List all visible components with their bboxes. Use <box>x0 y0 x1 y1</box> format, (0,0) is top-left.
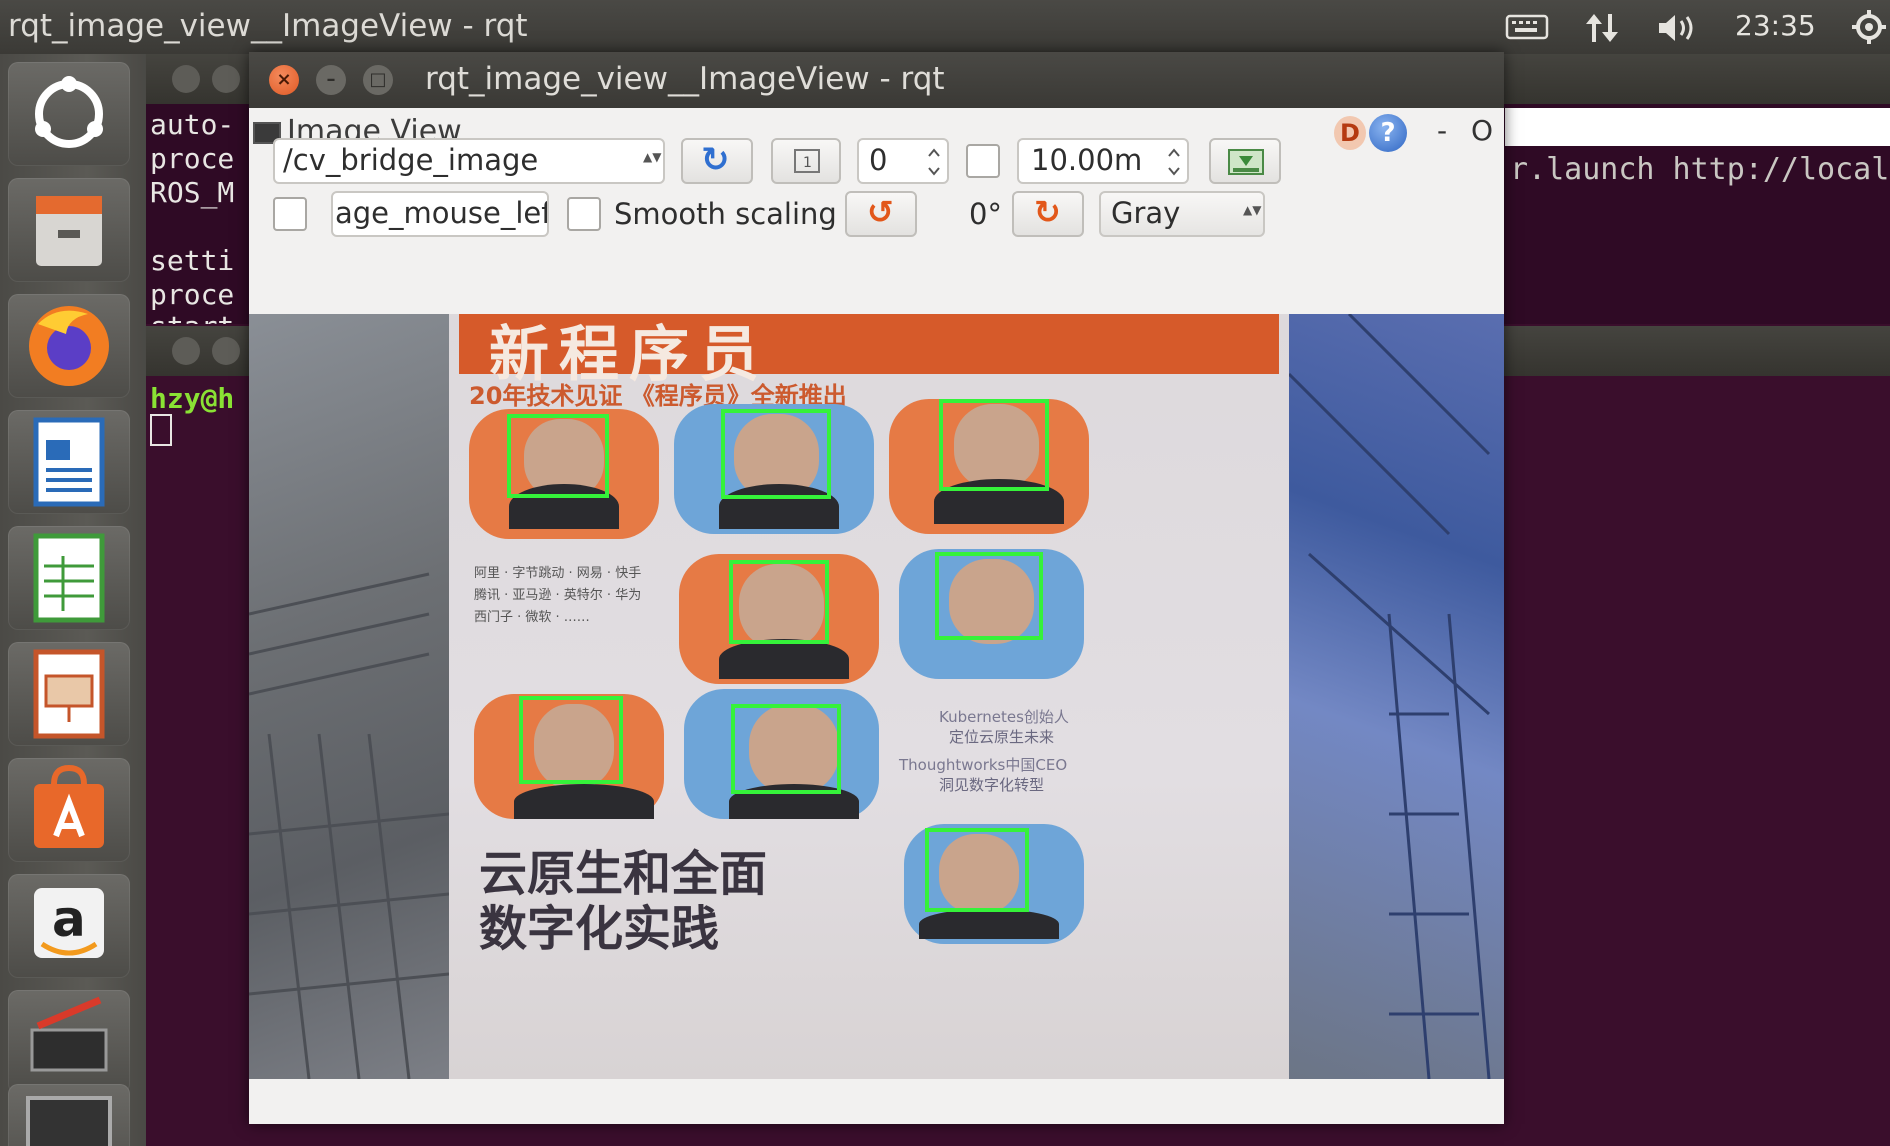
spin-arrows-icon <box>928 148 940 176</box>
network-icon[interactable] <box>1582 10 1622 46</box>
portrait-body <box>919 909 1059 939</box>
distance-spinbox[interactable]: 10.00m <box>1017 138 1189 184</box>
mouse-topic-value: age_mouse_left <box>335 196 549 230</box>
distance-value: 10.00m <box>1031 143 1143 177</box>
minimize-icon: – <box>326 69 336 90</box>
poster-note: 西门子 · 微软 · …… <box>474 610 590 625</box>
terminal-url-text: r.launch http://localho <box>1510 152 1890 187</box>
poster-note: Kubernetes创始人 <box>939 708 1069 726</box>
color-scheme-combobox[interactable]: Gray ▲▼ <box>1099 191 1265 237</box>
writer-icon[interactable] <box>8 410 130 514</box>
firefox-icon[interactable] <box>8 294 130 398</box>
window-close-button[interactable]: × <box>269 65 299 95</box>
terminal-1-close-button[interactable] <box>172 65 200 93</box>
close-icon: × <box>276 69 292 90</box>
plugin-minimize-button[interactable]: - <box>1437 114 1447 147</box>
smooth-scaling-label: Smooth scaling <box>614 197 837 231</box>
terminal-line: proce <box>150 278 235 311</box>
refresh-topics-button[interactable]: ↻ <box>681 138 753 184</box>
rotate-left-icon: ↺ <box>867 193 894 231</box>
poster-note: 腾讯 · 亚马逊 · 英特尔 · 华为 <box>474 588 642 603</box>
image-background-left <box>249 314 450 1079</box>
ubuntu-dash-icon[interactable] <box>8 62 130 166</box>
refresh-icon: ↻ <box>701 140 730 180</box>
terminal-prompt: hzy@h <box>150 382 235 415</box>
dynamic-range-checkbox[interactable] <box>966 144 1000 178</box>
smooth-scaling-checkbox[interactable] <box>567 197 601 231</box>
window-maximize-button[interactable]: □ <box>363 65 393 95</box>
terminal-highlight-bar <box>1505 108 1890 146</box>
clock[interactable]: 23:35 <box>1735 9 1816 42</box>
face-detection-box <box>729 560 829 644</box>
plugin-close-button[interactable]: O <box>1471 114 1493 147</box>
calc-icon[interactable] <box>8 526 130 630</box>
window-minimize-button[interactable]: – <box>316 65 346 95</box>
zoom-spin-value: 0 <box>869 143 888 177</box>
rotate-right-icon: ↻ <box>1034 193 1061 231</box>
files-icon[interactable] <box>8 178 130 282</box>
portrait-body <box>719 639 849 679</box>
terminal-line: proce <box>150 142 235 175</box>
terminal-1-min-button[interactable] <box>212 65 240 93</box>
face-detection-box <box>507 414 609 498</box>
dropdown-arrow-icon: ▲▼ <box>643 150 662 164</box>
rqt-window: × – □ rqt_image_view__ImageView - rqt Im… <box>249 52 1504 1124</box>
zoom-spinbox[interactable]: 0 <box>857 138 949 184</box>
portrait-body <box>514 784 654 819</box>
zoom-1-button[interactable]: 1 <box>771 138 841 184</box>
keyboard-icon[interactable] <box>1505 12 1549 42</box>
rotation-label: 0° <box>969 197 1002 231</box>
help-icon[interactable]: ? <box>1369 114 1407 152</box>
terminal-2-min-button[interactable] <box>212 337 240 365</box>
terminal-line: start <box>150 310 234 324</box>
terminal-line: setti <box>150 244 235 277</box>
svg-text:1: 1 <box>803 155 812 171</box>
terminal-line: ROS_M <box>150 176 235 209</box>
spin-arrows-icon <box>1168 148 1180 176</box>
face-detection-box <box>731 704 841 794</box>
volume-icon[interactable] <box>1655 10 1705 46</box>
face-detection-box <box>519 696 623 784</box>
face-detection-box <box>935 552 1043 640</box>
poster-note: 定位云原生未来 <box>949 728 1055 746</box>
poster-note: 阿里 · 字节跳动 · 网易 · 快手 <box>474 566 642 581</box>
top-panel: rqt_image_view__ImageView - rqt 23:35 <box>0 0 1890 54</box>
software-center-icon[interactable] <box>8 758 130 862</box>
image-background-right <box>1287 314 1504 1079</box>
settings-gear-icon[interactable] <box>1850 8 1888 46</box>
terminal-cursor <box>150 414 172 446</box>
face-detection-box <box>925 828 1029 912</box>
maximize-icon: □ <box>369 69 387 90</box>
rotate-right-button[interactable]: ↻ <box>1012 191 1084 237</box>
status-area <box>249 1079 1504 1124</box>
terminal-line: auto- <box>150 108 235 141</box>
topic-value: /cv_bridge_image <box>283 143 539 177</box>
publish-mouse-checkbox[interactable] <box>273 197 307 231</box>
active-window-title: rqt_image_view__ImageView - rqt <box>8 8 528 44</box>
dropdown-arrow-icon: ▲▼ <box>1243 203 1262 217</box>
save-image-button[interactable] <box>1209 138 1281 184</box>
image-view[interactable]: 新程序员 20年技术见证 《程序员》全新推出 阿里 · 字节跳动 · 网易 · … <box>249 314 1504 1079</box>
face-detection-box <box>721 409 831 499</box>
poster-headline-2: 数字化实践 <box>479 901 720 957</box>
topic-combobox[interactable]: /cv_bridge_image ▲▼ <box>273 138 665 184</box>
color-scheme-value: Gray <box>1111 196 1181 230</box>
window-title: rqt_image_view__ImageView - rqt <box>425 61 945 97</box>
amazon-glyph: a <box>52 890 86 948</box>
amazon-icon[interactable]: a <box>8 874 130 978</box>
launcher: a <box>0 54 146 1146</box>
system-settings-icon[interactable] <box>8 990 130 1094</box>
terminal-2-close-button[interactable] <box>172 337 200 365</box>
poster-note: Thoughtworks中国CEO <box>899 756 1068 774</box>
poster-note: 洞见数字化转型 <box>939 776 1045 794</box>
rotate-left-button[interactable]: ↺ <box>845 191 917 237</box>
terminal-icon[interactable] <box>8 1084 130 1146</box>
zoom-original-icon: 1 <box>794 149 820 173</box>
face-detection-box <box>939 399 1049 491</box>
debug-icon[interactable]: D <box>1334 116 1366 150</box>
impress-icon[interactable] <box>8 642 130 746</box>
rqt-titlebar[interactable]: × – □ rqt_image_view__ImageView - rqt <box>249 52 1504 108</box>
save-image-icon <box>1228 149 1264 175</box>
mouse-topic-input[interactable]: age_mouse_left <box>331 191 549 237</box>
